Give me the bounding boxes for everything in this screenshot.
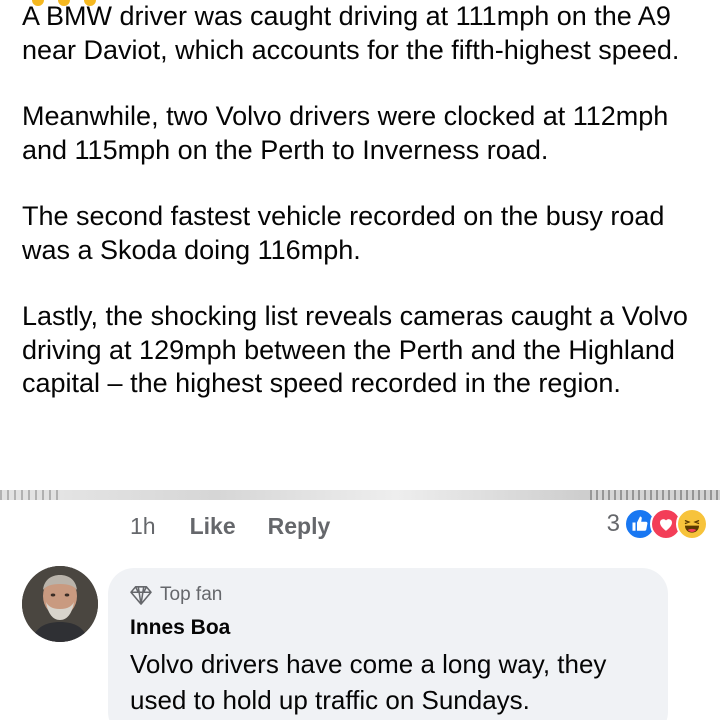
- reaction-count: 3: [606, 510, 620, 537]
- haha-icon: [676, 508, 708, 540]
- timestamp[interactable]: 1h: [130, 513, 156, 540]
- attached-photo-edge[interactable]: [0, 490, 720, 500]
- top-fan-label: Top fan: [160, 584, 223, 605]
- comment-actions: 1h Like Reply: [130, 510, 362, 542]
- post-paragraph: A BMW driver was caught driving at 111mp…: [22, 1, 680, 65]
- comment-author[interactable]: Innes Boa: [130, 616, 646, 640]
- diamond-icon: [130, 586, 152, 605]
- reply-button[interactable]: Reply: [268, 513, 331, 540]
- post-text: A BMW driver was caught driving at 111mp…: [22, 0, 702, 434]
- top-fan-badge: Top fan: [130, 582, 646, 608]
- avatar[interactable]: [22, 566, 98, 642]
- reaction-summary[interactable]: 3: [607, 506, 708, 542]
- post-paragraph: Lastly, the shocking list reveals camera…: [22, 301, 688, 398]
- post-paragraph: Meanwhile, two Volvo drivers were clocke…: [22, 101, 669, 165]
- post-paragraph: The second fastest vehicle recorded on t…: [22, 201, 665, 265]
- comment-text: Volvo drivers have come a long way, they…: [130, 649, 607, 715]
- like-button[interactable]: Like: [190, 513, 236, 540]
- comment-bubble: Top fan Innes Boa Volvo drivers have com…: [108, 568, 668, 720]
